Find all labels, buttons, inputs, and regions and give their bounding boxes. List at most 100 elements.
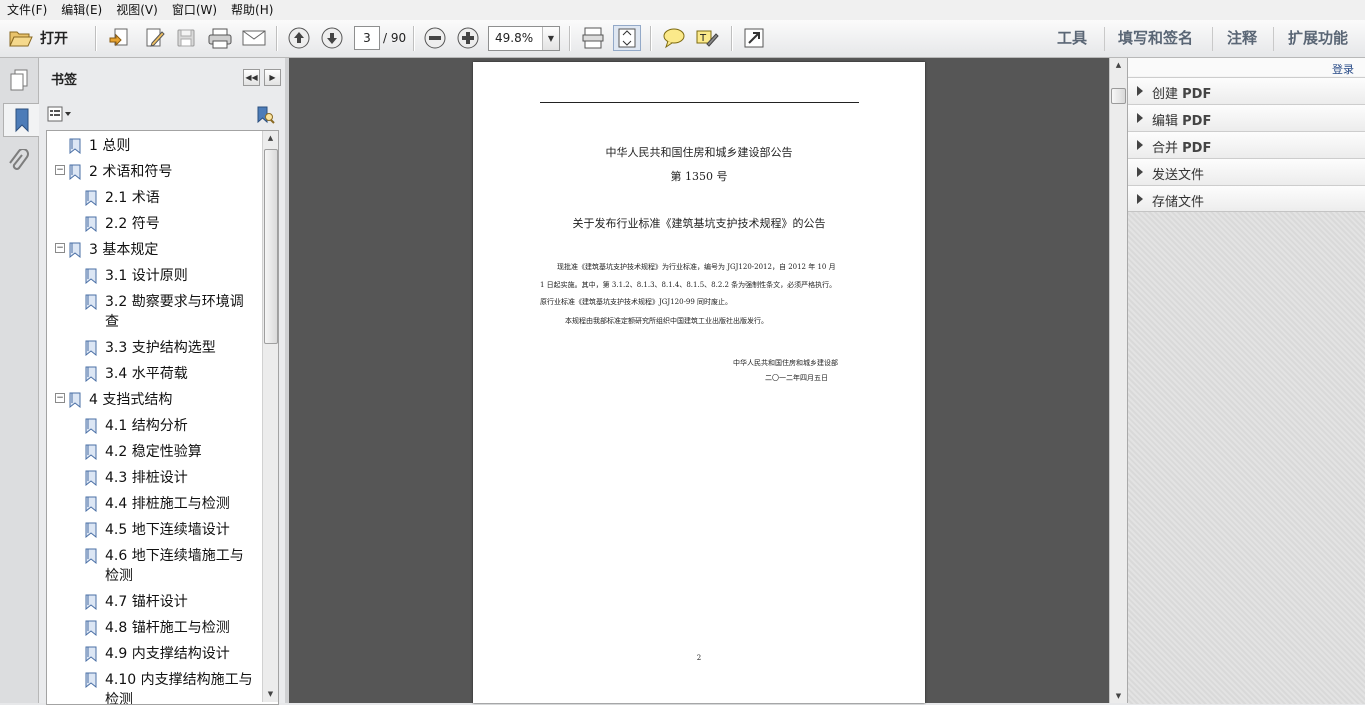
pages-icon — [10, 69, 28, 91]
bookmark-icon — [85, 340, 98, 357]
arrow-down-circle-icon — [321, 27, 343, 49]
edit-pdf-item[interactable]: 编辑 PDF — [1128, 104, 1365, 131]
save-button[interactable] — [173, 25, 199, 51]
edit-button[interactable] — [141, 25, 169, 51]
expand-panel-icon[interactable]: ▶ — [264, 69, 281, 86]
tools-link[interactable]: 工具 — [1057, 20, 1087, 57]
collapse-toggle-icon[interactable]: − — [55, 165, 65, 175]
send-file-item[interactable]: 发送文件 — [1128, 158, 1365, 185]
announcement-issuer: 中华人民共和国住房和城乡建设部公告 — [605, 146, 793, 159]
store-file-item[interactable]: 存储文件 — [1128, 185, 1365, 212]
bookmark-icon — [85, 646, 98, 663]
scroll-up-icon[interactable]: ▲ — [1111, 58, 1126, 72]
body-line-2: 1 日起实施。其中，第 3.1.2、8.1.3、8.1.4、8.1.5、8.2.… — [540, 281, 837, 289]
options-list-icon — [47, 106, 71, 122]
toolbar-divider — [1273, 27, 1274, 51]
expand-arrow-icon — [1137, 194, 1143, 204]
zoom-select[interactable]: 49.8% ▼ — [488, 26, 560, 51]
arrow-up-circle-icon — [288, 27, 310, 49]
open-button[interactable]: 打开 — [8, 25, 68, 51]
zoom-out-button[interactable] — [421, 25, 449, 51]
toolbar-divider — [1212, 27, 1213, 51]
collapse-toggle-icon[interactable]: − — [55, 243, 65, 253]
bookmarks-tab-button[interactable] — [3, 103, 39, 137]
task-pane: 登录 创建 PDF 编辑 PDF 合并 PDF 发送文件 存储文件 — [1127, 58, 1365, 704]
folder-open-icon — [9, 31, 33, 47]
extended-link[interactable]: 扩展功能 — [1288, 20, 1348, 57]
menu-help[interactable]: 帮助(H) — [224, 0, 280, 20]
fit-page-icon — [618, 28, 636, 48]
highlight-text-button[interactable]: T — [693, 25, 721, 51]
fit-page-button[interactable] — [613, 25, 641, 51]
expand-arrow-icon — [1137, 140, 1143, 150]
sticky-note-button[interactable] — [660, 25, 688, 51]
chevron-down-icon[interactable]: ▼ — [542, 27, 559, 50]
scroll-thumb[interactable] — [264, 149, 278, 344]
pdf-page: 中华人民共和国住房和城乡建设部公告 第 1350 号 关于发布行业标准《建筑基坑… — [473, 62, 925, 703]
next-page-button[interactable] — [318, 25, 346, 51]
bookmark-icon — [85, 268, 98, 285]
email-button[interactable] — [239, 25, 269, 51]
bookmark-icon — [85, 594, 98, 611]
expand-arrow-icon — [1137, 86, 1143, 96]
open-label: 打开 — [40, 31, 68, 47]
bookmark-item[interactable]: 4.10 内支撑结构施工与检测 — [85, 670, 260, 704]
menu-window[interactable]: 窗口(W) — [165, 0, 224, 20]
zoom-in-button[interactable] — [454, 25, 482, 51]
find-bookmark-button[interactable] — [255, 105, 275, 125]
bookmark-icon — [85, 216, 98, 233]
bookmark-item[interactable]: 3.2 勘察要求与环境调查 — [85, 292, 260, 334]
bookmark-icon — [69, 164, 82, 181]
bookmark-scrollbar[interactable]: ▲ ▼ — [262, 131, 278, 702]
bookmarks-toolbar — [39, 100, 285, 128]
options-menu-button[interactable] — [47, 105, 73, 123]
expand-arrow-icon — [1137, 167, 1143, 177]
bookmarks-title: 书签 — [51, 73, 78, 88]
scroll-down-icon[interactable]: ▼ — [263, 687, 278, 702]
scroll-mode-button[interactable] — [579, 25, 607, 51]
scroll-thumb[interactable] — [1111, 88, 1126, 104]
full-screen-button[interactable] — [741, 25, 767, 51]
announcement-number: 第 1350 号 — [670, 170, 728, 183]
create-button[interactable] — [106, 25, 134, 51]
create-pdf-item[interactable]: 创建 PDF — [1128, 77, 1365, 104]
body-line-1: 现批准《建筑基坑支护技术规程》为行业标准，编号为 JGJ120-2012，自 2… — [557, 263, 836, 271]
expand-arrow-icon — [1137, 113, 1143, 123]
print-button[interactable] — [205, 25, 235, 51]
bookmark-icon — [85, 620, 98, 637]
previous-page-button[interactable] — [285, 25, 313, 51]
scroll-up-icon[interactable]: ▲ — [263, 131, 278, 146]
comment-link[interactable]: 注释 — [1227, 20, 1257, 57]
minus-circle-icon — [424, 27, 446, 49]
signature-date: 二〇一二年四月五日 — [765, 374, 828, 382]
collapse-toggle-icon[interactable]: − — [55, 393, 65, 403]
save-icon — [177, 29, 195, 47]
scroll-down-icon[interactable]: ▼ — [1111, 689, 1126, 703]
highlight-text-icon: T — [696, 30, 719, 47]
bookmark-icon — [85, 672, 98, 689]
combine-pdf-item[interactable]: 合并 PDF — [1128, 131, 1365, 158]
page-footer-number: 2 — [696, 654, 702, 662]
page-thumbnails-button[interactable] — [4, 64, 34, 96]
menu-view[interactable]: 视图(V) — [109, 0, 165, 20]
toolbar-divider — [731, 26, 732, 51]
bookmark-icon — [85, 294, 98, 311]
fill-sign-link[interactable]: 填写和签名 — [1118, 20, 1193, 57]
menu-file[interactable]: 文件(F) — [0, 0, 54, 20]
bookmark-search-icon — [257, 106, 275, 124]
expand-icon — [744, 28, 764, 48]
task-pane-empty-area — [1128, 211, 1365, 704]
menu-edit[interactable]: 编辑(E) — [54, 0, 109, 20]
attachments-button[interactable] — [4, 146, 34, 178]
collapse-panel-icon[interactable]: ◀◀ — [243, 69, 260, 86]
document-scrollbar[interactable]: ▲ ▼ — [1109, 58, 1127, 703]
page-number-input[interactable]: 3 — [354, 26, 380, 50]
bookmark-icon — [69, 138, 82, 155]
zoom-value: 49.8% — [495, 31, 534, 45]
bookmark-icon — [85, 470, 98, 487]
menu-bar: 文件(F) 编辑(E) 视图(V) 窗口(W) 帮助(H) — [0, 0, 1365, 21]
toolbar-divider — [276, 26, 277, 51]
login-link[interactable]: 登录 — [1332, 61, 1354, 77]
svg-text:T: T — [699, 33, 707, 44]
bookmark-item[interactable]: 4.6 地下连续墙施工与检测 — [85, 546, 260, 588]
